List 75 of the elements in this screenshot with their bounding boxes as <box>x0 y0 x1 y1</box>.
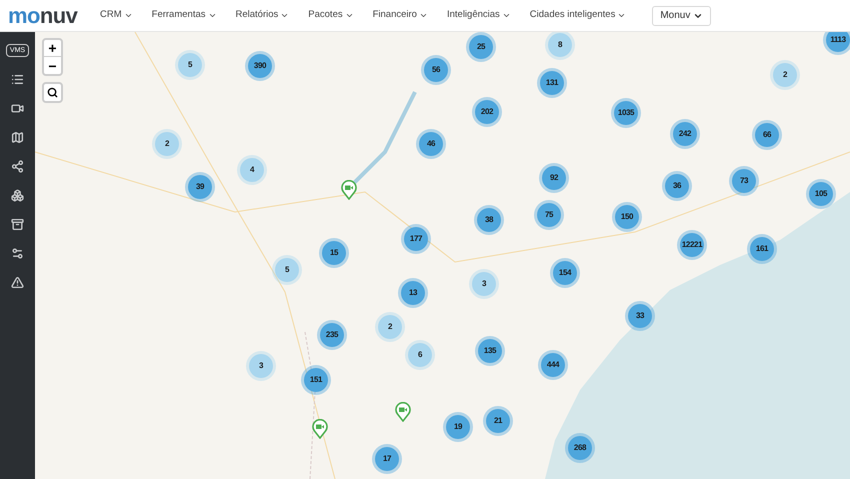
cluster-marker[interactable]: 177 <box>401 224 431 254</box>
cluster-marker[interactable]: 3 <box>469 269 499 299</box>
cluster-marker[interactable]: 92 <box>539 163 569 193</box>
cluster-marker[interactable]: 38 <box>474 205 504 235</box>
cluster-marker[interactable]: 242 <box>670 119 700 149</box>
nav-menu-item[interactable]: Cidades inteligentes <box>530 8 626 23</box>
archive-icon[interactable] <box>11 218 24 231</box>
cluster-marker[interactable]: 8 <box>545 32 575 60</box>
cluster-marker[interactable]: 13 <box>398 278 428 308</box>
cluster-marker[interactable]: 161 <box>747 234 777 264</box>
cluster-marker[interactable]: 6 <box>405 340 435 370</box>
cluster-marker[interactable]: 46 <box>416 129 446 159</box>
nav-menu-item[interactable]: CRM <box>100 8 133 23</box>
cluster-marker[interactable]: 17 <box>372 444 402 474</box>
cluster-marker[interactable]: 135 <box>475 336 505 366</box>
cluster-marker[interactable]: 75 <box>534 200 564 230</box>
chevron-down-icon <box>502 11 511 20</box>
nav-menu-item[interactable]: Pacotes <box>308 8 354 23</box>
account-select[interactable]: Monuv <box>652 6 712 26</box>
chevron-down-icon <box>280 11 290 20</box>
chevron-down-icon <box>208 11 216 20</box>
cluster-marker[interactable]: 4 <box>237 155 267 185</box>
camera-pin-icon[interactable] <box>341 180 357 200</box>
cluster-marker[interactable]: 56 <box>421 55 451 85</box>
cluster-marker[interactable]: 73 <box>729 166 759 196</box>
cluster-marker[interactable]: 2 <box>770 60 800 90</box>
cluster-marker[interactable]: 235 <box>317 320 347 350</box>
camera-pin-icon[interactable] <box>395 402 411 422</box>
search-icon <box>47 87 58 98</box>
warning-icon[interactable] <box>11 276 24 289</box>
cluster-marker[interactable]: 150 <box>612 202 642 232</box>
cluster-marker[interactable]: 105 <box>806 179 836 209</box>
cluster-marker[interactable]: 33 <box>625 301 655 331</box>
map-icon[interactable] <box>11 131 24 144</box>
cluster-marker[interactable]: 444 <box>538 350 568 380</box>
cluster-marker[interactable]: 1113 <box>823 32 850 55</box>
chevron-down-icon <box>617 11 626 20</box>
nav-menu-item[interactable]: Ferramentas <box>152 8 216 23</box>
list-icon[interactable] <box>11 73 24 86</box>
cluster-marker[interactable]: 66 <box>752 120 782 150</box>
logo[interactable]: monuv <box>8 4 100 26</box>
chevron-down-icon <box>418 11 428 20</box>
zoom-in-button[interactable]: + <box>44 40 61 57</box>
cluster-marker[interactable]: 131 <box>537 68 567 98</box>
nav-menu-item[interactable]: Inteligências <box>446 8 511 23</box>
chevron-down-icon <box>344 11 354 20</box>
map-area[interactable]: + − 5 390 2 39 4 5 3 151 235 15 2 6 13 177 46 56 25 8 202 131 3 38 135 444 19 21 17 268 154 75 92 1035 150 33 242 36 12221 73 161 66 2 105 1113 <box>35 32 850 479</box>
cluster-marker[interactable]: 268 <box>565 433 595 463</box>
cluster-marker[interactable]: 39 <box>185 172 215 202</box>
video-camera-icon[interactable] <box>11 102 24 115</box>
nav-menu-item[interactable]: Relatórios <box>236 8 290 23</box>
cluster-marker[interactable]: 19 <box>443 412 473 442</box>
cluster-marker[interactable]: 15 <box>319 238 349 268</box>
cluster-marker[interactable]: 25 <box>466 32 496 62</box>
chevron-down-icon <box>124 11 133 20</box>
cluster-marker[interactable]: 2 <box>375 312 405 342</box>
cluster-marker[interactable]: 5 <box>175 50 205 80</box>
cluster-marker[interactable]: 390 <box>245 51 275 81</box>
cluster-marker[interactable]: 21 <box>483 406 513 436</box>
cluster-marker[interactable]: 2 <box>152 129 182 159</box>
cluster-marker[interactable]: 1035 <box>611 98 641 128</box>
nav-menu-item[interactable]: Financeiro <box>372 8 428 23</box>
cluster-marker[interactable]: 3 <box>246 351 276 381</box>
camera-pin-icon[interactable] <box>312 419 328 439</box>
search-button[interactable] <box>42 82 63 103</box>
cluster-marker[interactable]: 202 <box>472 97 502 127</box>
share-icon[interactable] <box>11 160 24 173</box>
cluster-marker[interactable]: 5 <box>272 255 302 285</box>
cluster-marker[interactable]: 151 <box>301 365 331 395</box>
zoom-out-button[interactable]: − <box>44 57 61 74</box>
settings-icon[interactable] <box>11 247 24 260</box>
cluster-marker[interactable]: 36 <box>662 171 692 201</box>
boxes-icon[interactable] <box>11 189 24 202</box>
cluster-marker[interactable]: 154 <box>550 258 580 288</box>
cluster-marker[interactable]: 12221 <box>677 230 707 260</box>
